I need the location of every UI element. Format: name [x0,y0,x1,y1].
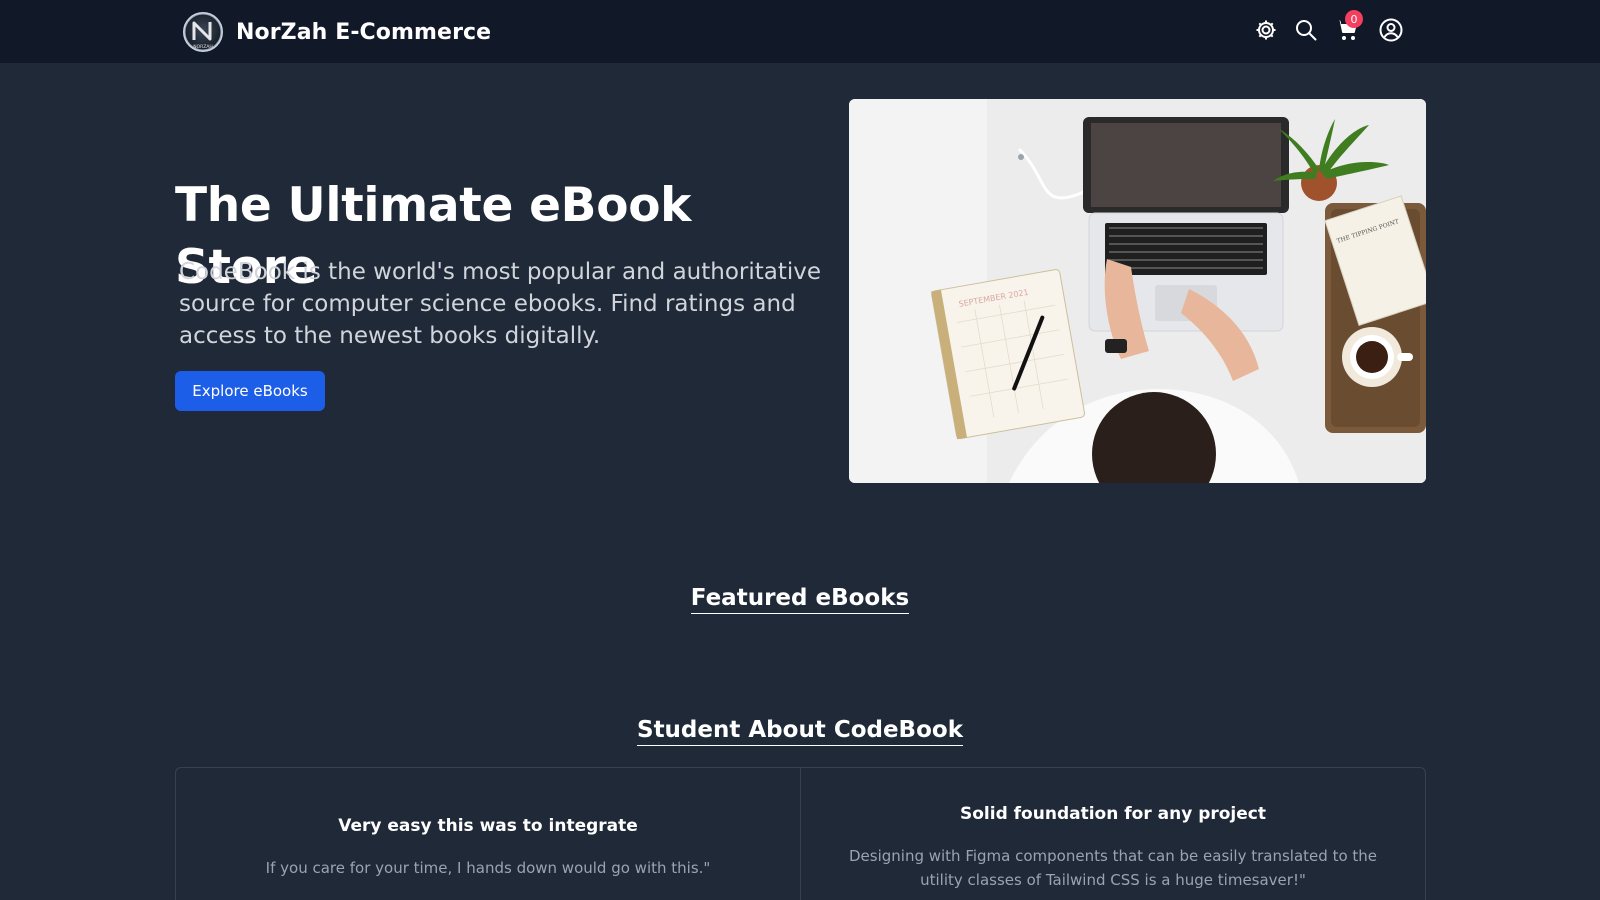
workspace-illustration: SEPTEMBER 2021 THE TIPPING POINT [849,99,1426,483]
featured-ebooks-heading: Featured eBooks [0,585,1600,614]
brand-logo: NORZAH [183,12,223,52]
featured-ebooks-title: Featured eBooks [690,585,910,614]
testimonials-title: Student About CodeBook [637,717,963,746]
testimonial-heading: Very easy this was to integrate [338,816,638,836]
testimonial-card: Very easy this was to integrate If you c… [176,768,800,900]
explore-ebooks-button[interactable]: Explore eBooks [175,371,325,411]
brand-link[interactable]: NORZAH NorZah E-Commerce [183,11,491,53]
testimonial-quote: Designing with Figma components that can… [848,847,1378,889]
hero-description: CodeBook is the world's most popular and… [179,259,822,349]
testimonial-quote: If you care for your time, I hands down … [265,859,711,877]
user-icon[interactable] [1377,16,1405,44]
navbar: NORZAH NorZah E-Commerce 0 [0,0,1600,64]
testimonials-grid: Very easy this was to integrate If you c… [175,767,1426,900]
cart-icon[interactable]: 0 [1333,10,1363,44]
search-icon[interactable] [1292,16,1320,44]
hero-image: SEPTEMBER 2021 THE TIPPING POINT [849,99,1426,483]
testimonial-card: Solid foundation for any project Designi… [800,768,1425,900]
testimonial-heading: Solid foundation for any project [960,804,1266,824]
brand-name: NorZah E-Commerce [236,19,492,45]
svg-text:NORZAH: NORZAH [193,44,213,50]
testimonials-heading: Student About CodeBook [0,717,1600,746]
cart-count-badge: 0 [1345,10,1363,28]
nav-icons: 0 [1252,10,1405,44]
gear-icon[interactable] [1252,16,1280,44]
